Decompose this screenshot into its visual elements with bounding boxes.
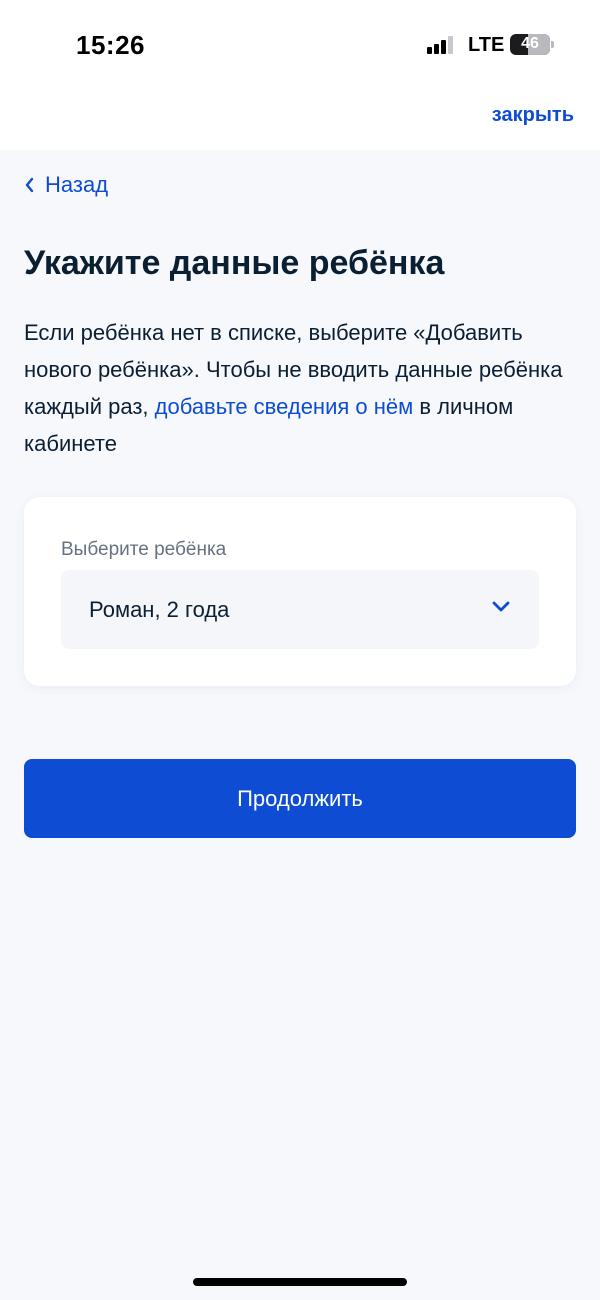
back-label: Назад [45, 172, 109, 197]
status-time: 15:26 [76, 30, 145, 60]
child-select-value: Роман, 2 года [89, 597, 230, 622]
page-description: Если ребёнка нет в списке, выберите «Доб… [24, 314, 584, 462]
child-select-label: Выберите ребёнка [61, 539, 227, 560]
status-bar: 15:26 LTE 46 [0, 0, 600, 90]
home-indicator [193, 1278, 407, 1286]
back-link[interactable]: Назад [24, 172, 108, 198]
battery-level: 46 [521, 35, 539, 52]
network-type: LTE [468, 34, 505, 56]
continue-button[interactable]: Продолжить [24, 759, 576, 838]
close-link[interactable]: закрыть [492, 104, 574, 127]
page-title: Укажите данные ребёнка [24, 244, 445, 282]
chevron-down-icon [492, 601, 510, 612]
child-select[interactable]: Роман, 2 года [61, 570, 539, 649]
chevron-left-icon [25, 177, 34, 193]
top-bar: закрыть [0, 90, 600, 150]
child-select-card: Выберите ребёнка Роман, 2 года [24, 497, 576, 686]
battery-tip [551, 41, 554, 48]
battery-icon: 46 [510, 34, 550, 55]
signal-icon [427, 36, 457, 54]
add-info-link[interactable]: добавьте сведения о нём [155, 394, 414, 419]
